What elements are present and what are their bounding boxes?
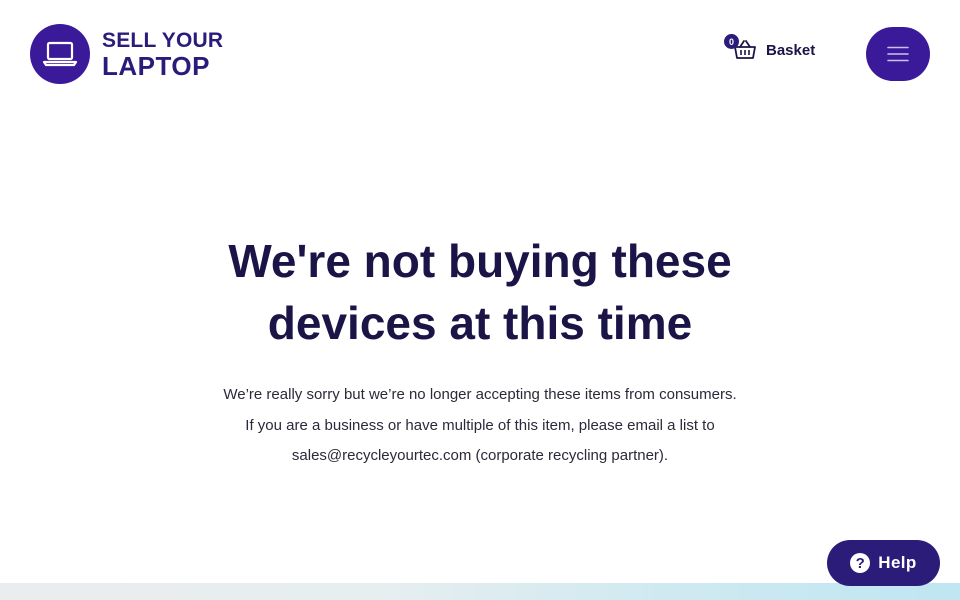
- site-header: SELL YOUR LAPTOP 0 Basket: [0, 0, 960, 108]
- laptop-icon: [42, 41, 78, 67]
- main-content: We're not buying these devices at this t…: [0, 230, 960, 472]
- hamburger-icon: [887, 46, 909, 62]
- question-circle-icon: ?: [850, 553, 871, 573]
- site-logo[interactable]: SELL YOUR LAPTOP: [30, 24, 223, 84]
- page-description: We’re really sorry but we’re no longer a…: [223, 386, 737, 464]
- logo-line-1: SELL YOUR: [102, 28, 224, 52]
- basket-link[interactable]: 0 Basket: [724, 34, 816, 60]
- logo-line-2: LAPTOP: [102, 50, 210, 81]
- help-button[interactable]: ? Help: [827, 540, 940, 586]
- page-title: We're not buying these devices at this t…: [228, 235, 732, 349]
- basket-label: Basket: [766, 41, 816, 59]
- help-label: Help: [878, 553, 917, 572]
- logo-badge: [30, 24, 90, 84]
- logo-text: SELL YOUR LAPTOP: [102, 30, 223, 79]
- basket-icon: 0: [724, 34, 756, 60]
- footer-gradient-band: [0, 583, 960, 600]
- basket-count-badge: 0: [724, 34, 739, 49]
- menu-button[interactable]: [866, 27, 930, 81]
